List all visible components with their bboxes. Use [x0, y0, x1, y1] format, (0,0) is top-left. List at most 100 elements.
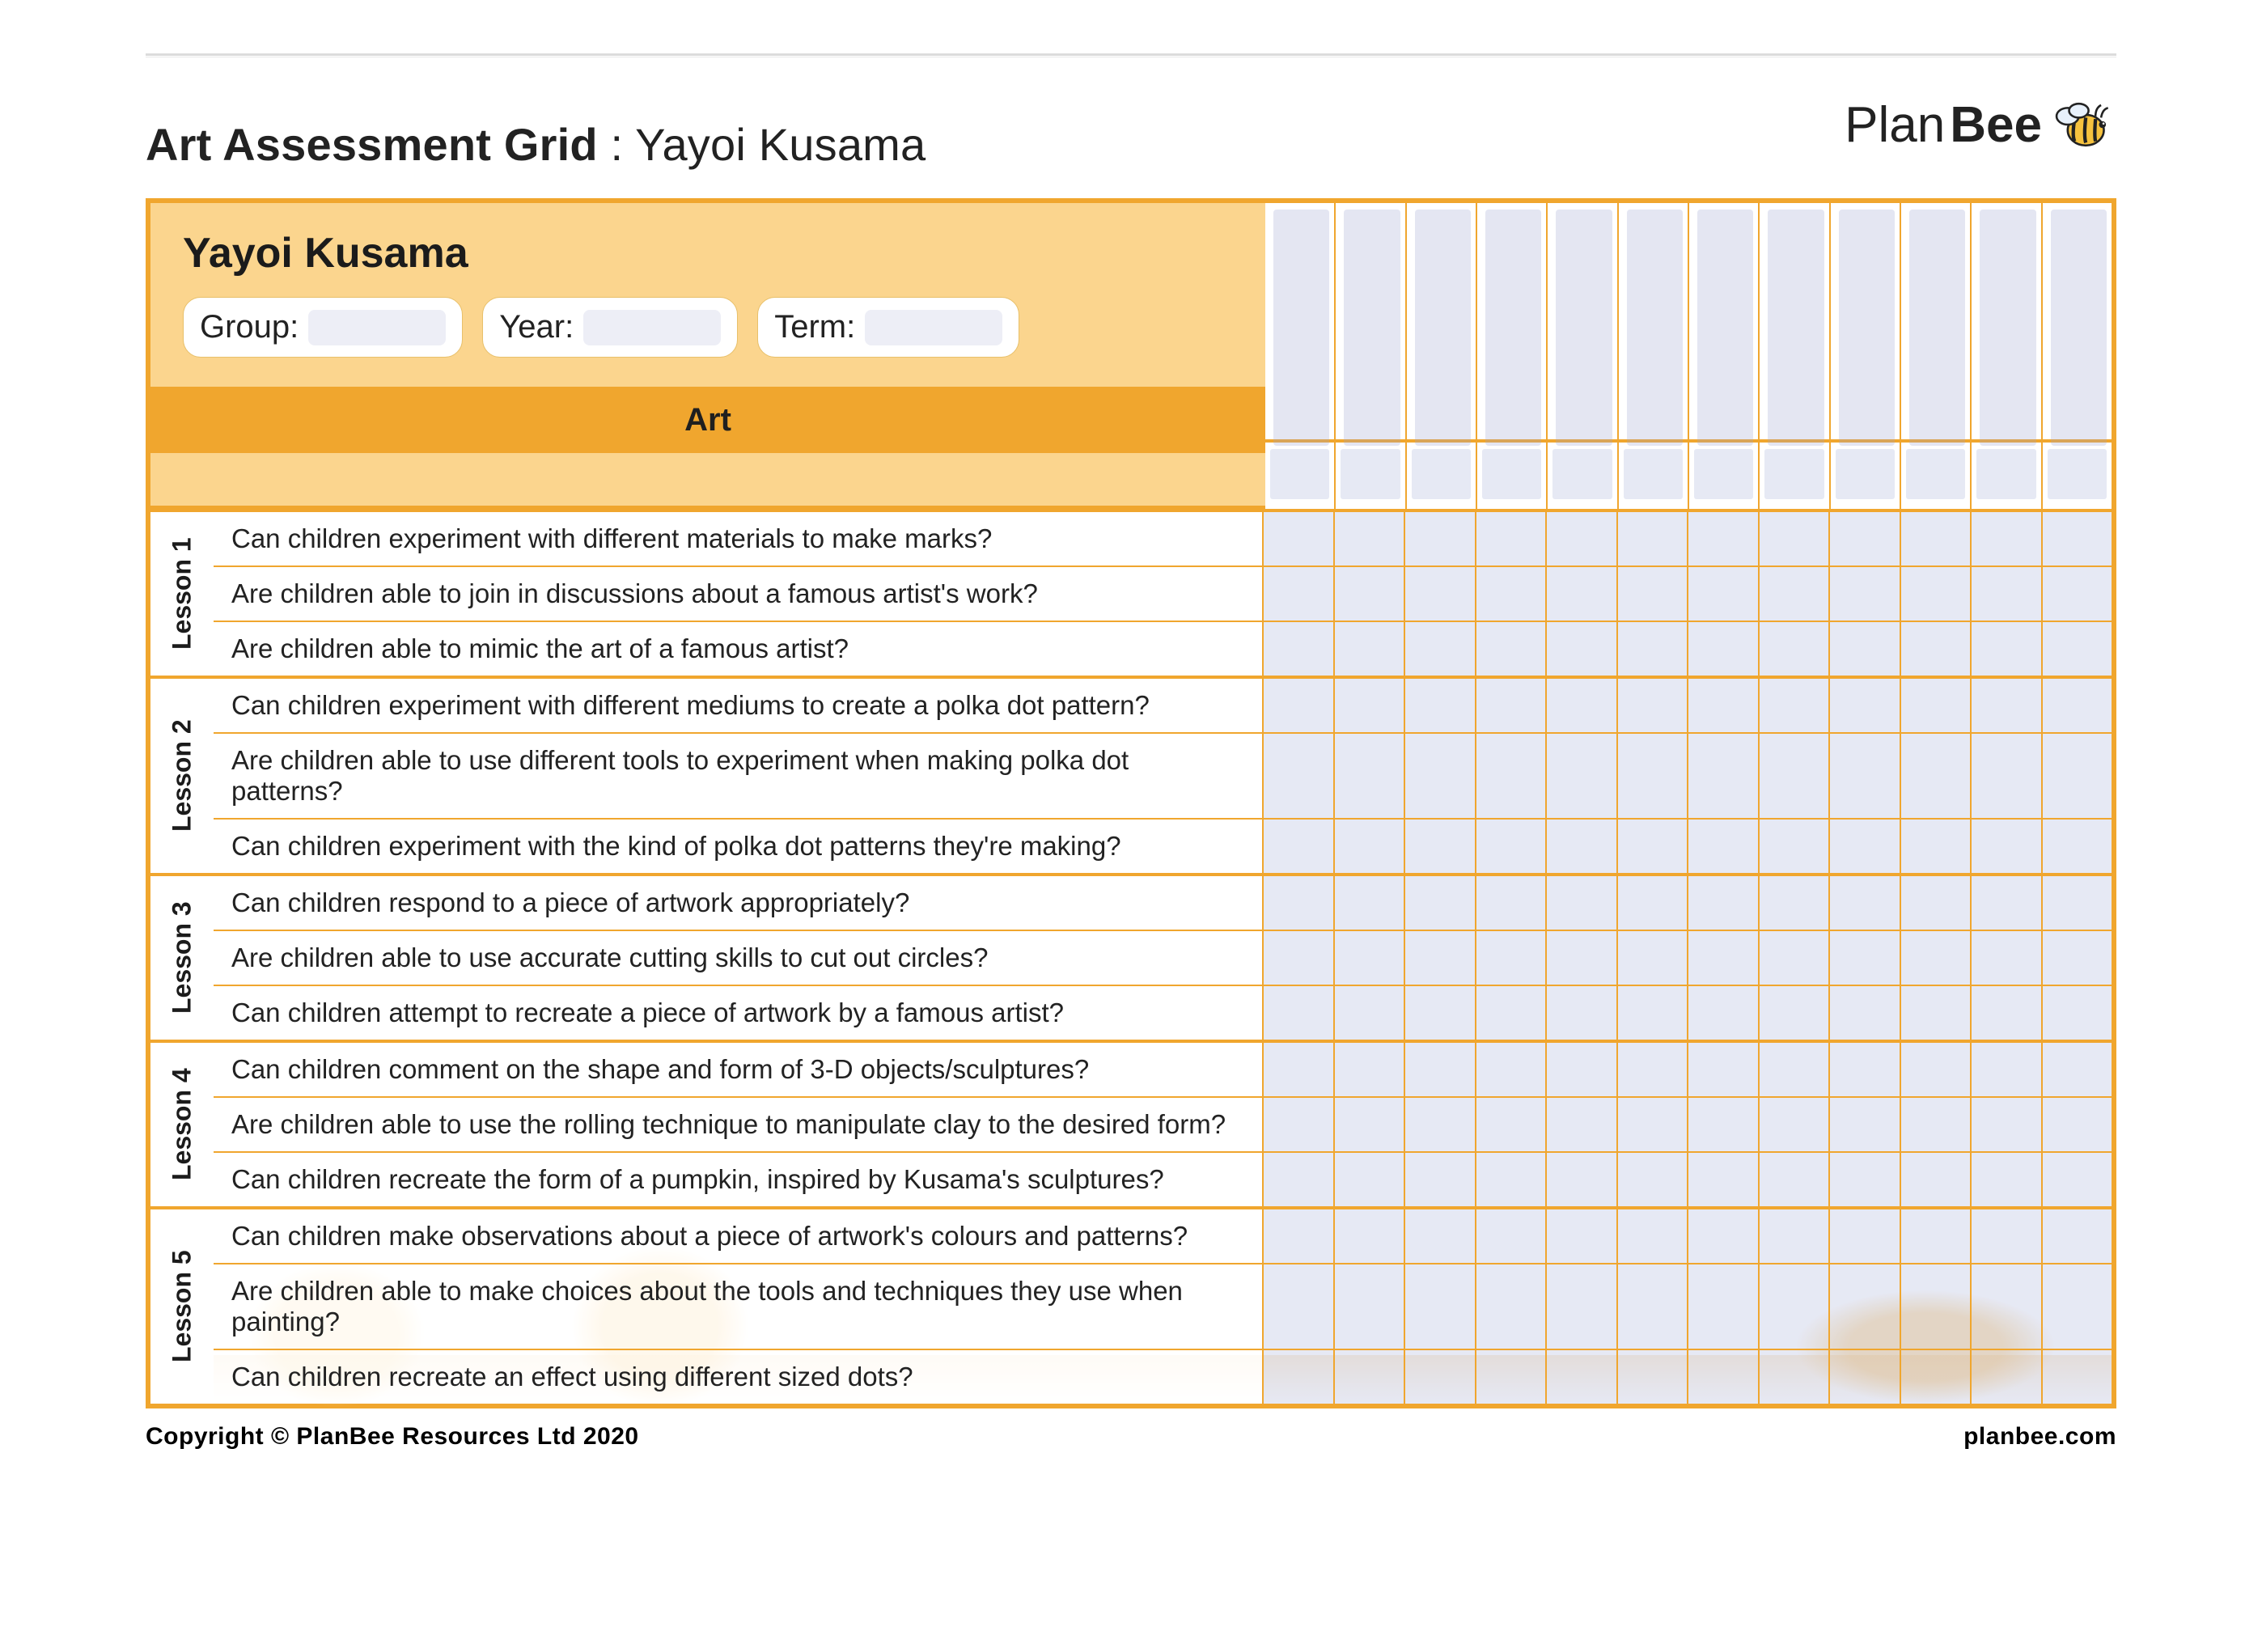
- assessment-cell[interactable]: [1970, 734, 2041, 818]
- assessment-cell[interactable]: [1545, 512, 1616, 565]
- assessment-cell[interactable]: [1475, 1043, 1546, 1096]
- assessment-cell[interactable]: [1900, 1209, 1971, 1263]
- assessment-cell[interactable]: [1333, 1264, 1404, 1349]
- assessment-cell[interactable]: [1545, 1098, 1616, 1151]
- assessment-cell[interactable]: [1404, 1209, 1475, 1263]
- assessment-cell[interactable]: [1758, 1043, 1829, 1096]
- assessment-cell[interactable]: [1616, 622, 1688, 676]
- assessment-cell[interactable]: [1828, 1043, 1900, 1096]
- assessment-cell[interactable]: [1900, 986, 1971, 1040]
- assessment-cell[interactable]: [1828, 820, 1900, 873]
- assessment-cell[interactable]: [1404, 734, 1475, 818]
- assessment-cell[interactable]: [1900, 876, 1971, 930]
- assessment-cell[interactable]: [2041, 512, 2112, 565]
- assessment-cell[interactable]: [1475, 1098, 1546, 1151]
- assessment-cell[interactable]: [1616, 1209, 1688, 1263]
- assessment-cell[interactable]: [1333, 1098, 1404, 1151]
- assessment-cell[interactable]: [1970, 1209, 2041, 1263]
- assessment-cell[interactable]: [1687, 567, 1758, 621]
- assessment-cell[interactable]: [1900, 1098, 1971, 1151]
- assessment-cell[interactable]: [1970, 820, 2041, 873]
- assessment-cell[interactable]: [1545, 1264, 1616, 1349]
- assessment-cell[interactable]: [1758, 622, 1829, 676]
- assessment-cell[interactable]: [1970, 622, 2041, 676]
- assessment-cell[interactable]: [1616, 1153, 1688, 1206]
- assessment-cell[interactable]: [2041, 1209, 2112, 1263]
- assessment-cell[interactable]: [1970, 876, 2041, 930]
- assessment-cell[interactable]: [1262, 931, 1333, 985]
- assessment-cell[interactable]: [1828, 679, 1900, 732]
- assessment-cell[interactable]: [1758, 1350, 1829, 1404]
- assessment-cell[interactable]: [1404, 1098, 1475, 1151]
- assessment-cell[interactable]: [2041, 1043, 2112, 1096]
- assessment-cell[interactable]: [1687, 931, 1758, 985]
- assessment-cell[interactable]: [1262, 1043, 1333, 1096]
- year-input[interactable]: [583, 310, 721, 345]
- assessment-cell[interactable]: [1333, 1153, 1404, 1206]
- assessment-cell[interactable]: [1545, 986, 1616, 1040]
- assessment-cell[interactable]: [1828, 876, 1900, 930]
- assessment-cell[interactable]: [1828, 512, 1900, 565]
- assessment-cell[interactable]: [1970, 1350, 2041, 1404]
- assessment-cell[interactable]: [1475, 1264, 1546, 1349]
- assessment-cell[interactable]: [1828, 986, 1900, 1040]
- assessment-cell[interactable]: [1404, 876, 1475, 930]
- assessment-cell[interactable]: [1262, 820, 1333, 873]
- assessment-cell[interactable]: [1333, 1209, 1404, 1263]
- assessment-cell[interactable]: [1404, 820, 1475, 873]
- assessment-cell[interactable]: [1758, 1098, 1829, 1151]
- assessment-cell[interactable]: [1262, 1209, 1333, 1263]
- assessment-cell[interactable]: [1758, 1264, 1829, 1349]
- assessment-cell[interactable]: [2041, 679, 2112, 732]
- assessment-cell[interactable]: [1758, 734, 1829, 818]
- assessment-cell[interactable]: [1616, 1264, 1688, 1349]
- assessment-cell[interactable]: [1404, 622, 1475, 676]
- assessment-cell[interactable]: [1616, 567, 1688, 621]
- assessment-cell[interactable]: [1758, 567, 1829, 621]
- student-column-header[interactable]: [1900, 203, 1970, 509]
- assessment-cell[interactable]: [1333, 986, 1404, 1040]
- assessment-cell[interactable]: [1758, 986, 1829, 1040]
- assessment-cell[interactable]: [2041, 820, 2112, 873]
- term-input[interactable]: [865, 310, 1002, 345]
- assessment-cell[interactable]: [1404, 567, 1475, 621]
- assessment-cell[interactable]: [1545, 931, 1616, 985]
- assessment-cell[interactable]: [1262, 567, 1333, 621]
- assessment-cell[interactable]: [1616, 820, 1688, 873]
- assessment-cell[interactable]: [1475, 986, 1546, 1040]
- student-column-header[interactable]: [1265, 203, 1334, 509]
- assessment-cell[interactable]: [1545, 820, 1616, 873]
- assessment-cell[interactable]: [2041, 567, 2112, 621]
- assessment-cell[interactable]: [1970, 1264, 2041, 1349]
- assessment-cell[interactable]: [1545, 1209, 1616, 1263]
- assessment-cell[interactable]: [1404, 1153, 1475, 1206]
- assessment-cell[interactable]: [1404, 931, 1475, 985]
- assessment-cell[interactable]: [1616, 986, 1688, 1040]
- assessment-cell[interactable]: [2041, 986, 2112, 1040]
- student-column-header[interactable]: [1970, 203, 2040, 509]
- assessment-cell[interactable]: [1262, 1350, 1333, 1404]
- assessment-cell[interactable]: [1333, 931, 1404, 985]
- assessment-cell[interactable]: [1262, 1098, 1333, 1151]
- assessment-cell[interactable]: [1475, 820, 1546, 873]
- assessment-cell[interactable]: [2041, 931, 2112, 985]
- assessment-cell[interactable]: [1687, 1209, 1758, 1263]
- assessment-cell[interactable]: [1687, 1264, 1758, 1349]
- assessment-cell[interactable]: [1970, 1043, 2041, 1096]
- assessment-cell[interactable]: [1970, 931, 2041, 985]
- assessment-cell[interactable]: [1545, 622, 1616, 676]
- assessment-cell[interactable]: [1262, 679, 1333, 732]
- assessment-cell[interactable]: [1475, 679, 1546, 732]
- assessment-cell[interactable]: [1828, 622, 1900, 676]
- assessment-cell[interactable]: [1616, 1043, 1688, 1096]
- assessment-cell[interactable]: [1828, 1098, 1900, 1151]
- assessment-cell[interactable]: [1900, 1264, 1971, 1349]
- assessment-cell[interactable]: [1475, 876, 1546, 930]
- assessment-cell[interactable]: [1262, 986, 1333, 1040]
- assessment-cell[interactable]: [2041, 734, 2112, 818]
- assessment-cell[interactable]: [2041, 876, 2112, 930]
- assessment-cell[interactable]: [1970, 679, 2041, 732]
- assessment-cell[interactable]: [1900, 1153, 1971, 1206]
- assessment-cell[interactable]: [1404, 1264, 1475, 1349]
- student-column-header[interactable]: [2041, 203, 2112, 509]
